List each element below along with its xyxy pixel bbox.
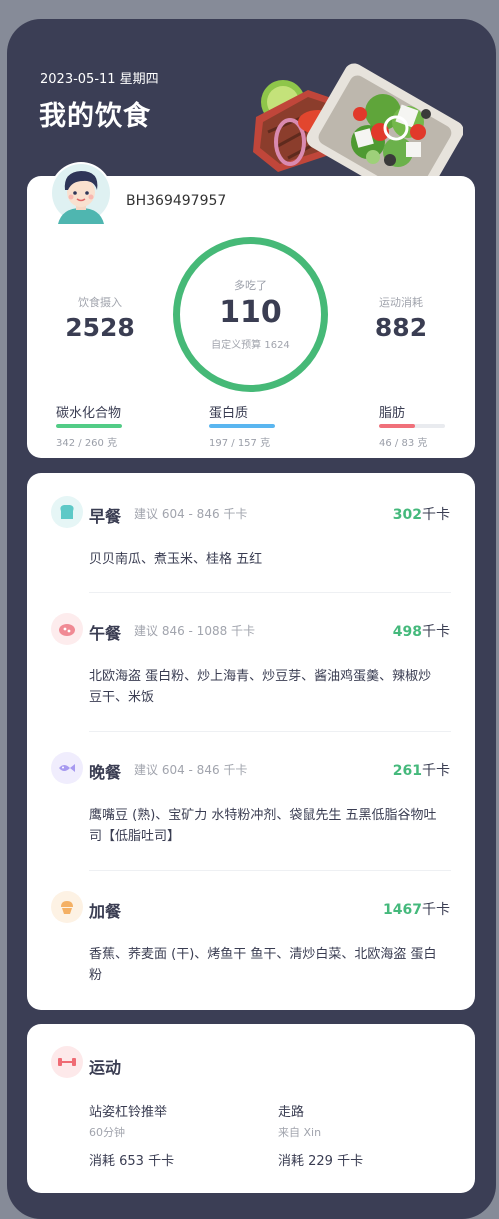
macro-protein-bar (209, 424, 275, 428)
divider (89, 592, 451, 593)
breakfast-row-icon-wrap (51, 496, 83, 528)
meal-lunch-foods[interactable]: 北欧海盗 蛋白粉、炒上海青、炒豆芽、酱油鸡蛋羹、辣椒炒豆干、米饭 (89, 666, 444, 708)
exercise-label: 运动消耗 (379, 296, 423, 309)
exercise-item-calories: 消耗 229 千卡 (278, 1154, 364, 1169)
lunch-row-icon-wrap (51, 613, 83, 645)
meal-dinner-name[interactable]: 晚餐 (89, 759, 121, 783)
macro-carbs-name: 碳水化合物 (56, 406, 122, 421)
intake-value: 2528 (65, 313, 135, 342)
ring-label: 多吃了 (234, 279, 267, 292)
macro-protein-value: 197 / 157 克 (209, 438, 271, 449)
exercise-value: 882 (374, 313, 428, 342)
macro-carbs-value: 342 / 260 克 (56, 438, 118, 449)
macro-fat-name: 脂肪 (379, 406, 406, 421)
intake-label: 饮食摄入 (78, 296, 122, 309)
salad-illustration-icon (253, 63, 463, 182)
meal-dinner-foods[interactable]: 鹰嘴豆 (熟)、宝矿力 水特粉冲剂、袋鼠先生 五黑低脂谷物吐司【低脂吐司】 (89, 805, 444, 847)
meal-breakfast-suggest: 建议 604 - 846 千卡 (134, 507, 248, 521)
ring-value: 110 (219, 295, 282, 330)
meal-snack-name[interactable]: 加餐 (89, 898, 121, 922)
snack-row-icon-wrap (51, 891, 83, 923)
page-title: 我的饮食 (39, 101, 151, 132)
meal-lunch-kcal: 498千卡 (392, 624, 450, 640)
date-label: 2023-05-11 星期四 (40, 72, 159, 87)
exercise-title[interactable]: 运动 (89, 1054, 121, 1078)
toast-icon (60, 505, 74, 519)
macro-fat-value: 46 / 83 克 (379, 438, 428, 449)
meal-breakfast-name[interactable]: 早餐 (89, 503, 121, 527)
meal-snack-foods[interactable]: 香蕉、荞麦面 (干)、烤鱼干 鱼干、清炒白菜、北欧海盗 蛋白粉 (89, 944, 444, 986)
divider (89, 731, 451, 732)
meal-dinner-suggest: 建议 604 - 846 千卡 (134, 763, 248, 777)
macro-fat-bar (379, 424, 445, 428)
dumbbell-icon (58, 1058, 76, 1066)
meal-dinner-kcal: 261千卡 (392, 763, 450, 779)
meal-snack-kcal: 1467千卡 (383, 902, 450, 918)
macro-protein-name: 蛋白质 (209, 406, 249, 421)
meat-icon (59, 624, 75, 636)
meal-lunch-name[interactable]: 午餐 (89, 620, 121, 644)
user-id: BH369497957 (126, 193, 227, 209)
cupcake-icon (61, 901, 73, 914)
dinner-row-icon-wrap (51, 752, 83, 784)
exercise-icon-wrap (51, 1046, 83, 1078)
meal-breakfast-kcal: 302千卡 (392, 507, 450, 523)
avatar[interactable] (50, 162, 112, 224)
meal-lunch-suggest: 建议 846 - 1088 千卡 (134, 624, 256, 638)
exercise-item-calories: 消耗 653 千卡 (89, 1154, 175, 1169)
exercise-item-source: 来自 Xin (278, 1126, 322, 1139)
fish-icon (59, 764, 75, 772)
macro-carbs-bar (56, 424, 122, 428)
exercise-item-name[interactable]: 走路 (278, 1101, 304, 1120)
ring-budget: 自定义预算 1624 (211, 340, 290, 351)
divider (89, 870, 451, 871)
exercise-item-name[interactable]: 站姿杠铃推举 (89, 1101, 167, 1120)
meal-breakfast-foods[interactable]: 贝贝南瓜、煮玉米、桂格 五红 (89, 549, 444, 570)
exercise-item-duration: 60分钟 (89, 1126, 125, 1139)
